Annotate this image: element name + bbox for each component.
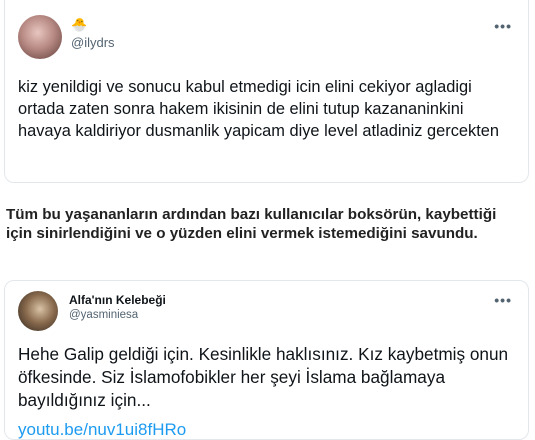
more-options-icon[interactable]: ••• — [494, 19, 512, 33]
tweet-text: kiz yenildigi ve sonucu kabul etmedigi i… — [18, 78, 500, 140]
tweet-link[interactable]: youtu.be/nuv1ui8fHRo — [18, 420, 186, 440]
avatar[interactable] — [18, 291, 58, 331]
tweet-text: Hehe Galip geldiği için. Kesinlikle hakl… — [18, 344, 509, 410]
tweet-card-ilydrs[interactable]: 🐣 @ilydrs ••• kiz yenildigi ve sonucu ka… — [4, 0, 529, 183]
display-name-emoji[interactable]: 🐣 — [71, 17, 87, 33]
user-handle[interactable]: @ilydrs — [71, 35, 115, 50]
more-options-icon[interactable]: ••• — [494, 293, 512, 307]
tweet-card-yasminiesa[interactable]: Alfa'nın Kelebeği @yasminiesa ••• Hehe G… — [4, 280, 529, 440]
article-paragraph: Tüm bu yaşananların ardından bazı kullan… — [6, 206, 497, 242]
avatar[interactable] — [18, 15, 62, 59]
user-handle[interactable]: @yasminiesa — [69, 309, 138, 321]
display-name[interactable]: Alfa'nın Kelebeği — [69, 293, 166, 307]
